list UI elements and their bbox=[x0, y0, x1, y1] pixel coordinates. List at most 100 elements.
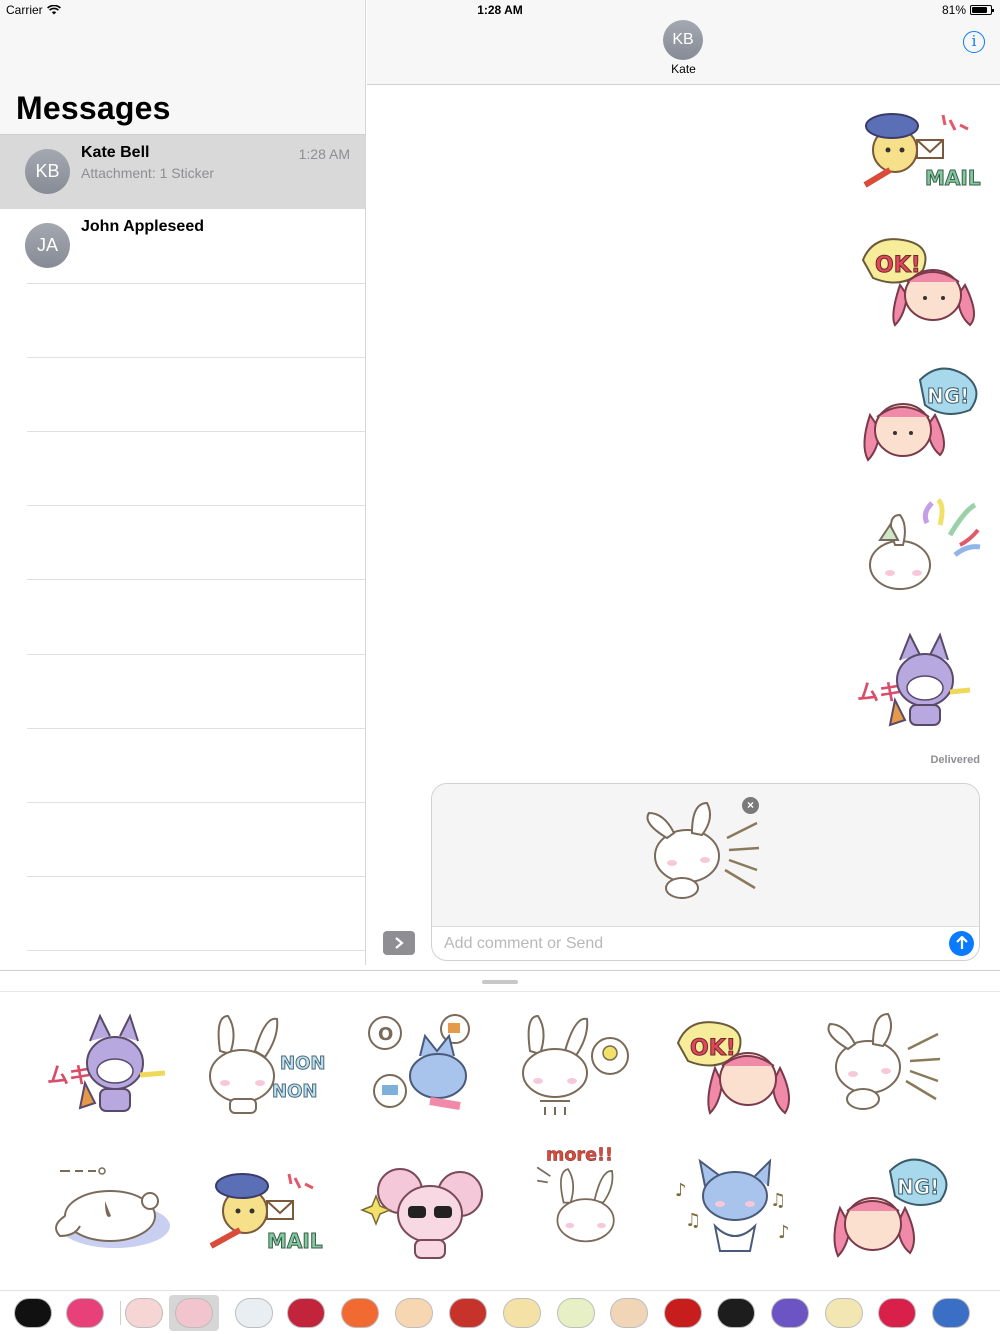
bunny-lying-sticker[interactable] bbox=[50, 1156, 180, 1266]
chef-app-glyph bbox=[717, 1298, 755, 1328]
search-images-icon[interactable] bbox=[66, 1297, 104, 1329]
battery-icon bbox=[970, 5, 994, 15]
goat-app-icon[interactable] bbox=[235, 1297, 273, 1329]
svg-text:NON: NON bbox=[272, 1081, 317, 1102]
avatar: KB bbox=[25, 149, 70, 194]
relax-app-glyph bbox=[287, 1298, 325, 1328]
battery-indicator: 81% bbox=[942, 3, 994, 17]
dog-app-glyph bbox=[610, 1298, 648, 1328]
girl-ok-sticker[interactable]: OK! bbox=[855, 230, 985, 330]
info-icon[interactable]: i bbox=[963, 31, 985, 53]
girl-ng-sticker[interactable]: NG! bbox=[855, 365, 985, 465]
page-title: Messages bbox=[16, 90, 171, 126]
hello-app-glyph bbox=[449, 1298, 487, 1328]
fox-app-icon[interactable] bbox=[341, 1297, 379, 1329]
arrow-up-icon bbox=[955, 935, 968, 949]
girl-ng-sticker[interactable]: NG! bbox=[825, 1156, 955, 1266]
svg-text:OK!: OK! bbox=[875, 253, 921, 278]
alien-app-icon[interactable] bbox=[503, 1297, 541, 1329]
bunny-app-icon[interactable] bbox=[125, 1297, 163, 1329]
cat-music-sticker[interactable]: ♪ ♫ ♫ ♪ bbox=[670, 1156, 800, 1266]
row-divider bbox=[27, 505, 365, 506]
dino-app-icon[interactable] bbox=[664, 1297, 702, 1329]
bunny-party-sticker[interactable] bbox=[855, 495, 985, 595]
bunny-shout-sticker bbox=[646, 801, 760, 899]
svg-text:♪: ♪ bbox=[778, 1222, 790, 1243]
tray-divider bbox=[120, 1301, 121, 1325]
conversation-list-header: Messages bbox=[0, 0, 365, 135]
cat-dreaming-sticker[interactable]: O bbox=[360, 1011, 490, 1121]
conversation-name: John Appleseed bbox=[81, 218, 204, 235]
pet-app-icon[interactable] bbox=[932, 1297, 970, 1329]
row-divider bbox=[27, 654, 365, 655]
row-divider bbox=[27, 357, 365, 358]
bear-app-icon[interactable] bbox=[825, 1297, 863, 1329]
send-button[interactable] bbox=[949, 931, 974, 956]
bear-mail-sticker[interactable]: MAIL bbox=[205, 1156, 335, 1266]
contact-avatar[interactable]: KB bbox=[663, 20, 703, 60]
row-divider bbox=[27, 950, 365, 951]
alien-app-glyph bbox=[503, 1298, 541, 1328]
conversation-john-appleseed[interactable]: JA John Appleseed bbox=[0, 209, 365, 283]
svg-text:♫: ♫ bbox=[770, 1190, 786, 1211]
sorry-app-icon[interactable] bbox=[557, 1297, 595, 1329]
svg-text:♪: ♪ bbox=[675, 1180, 687, 1201]
chevron-right-icon bbox=[395, 937, 404, 949]
row-divider bbox=[27, 283, 365, 284]
conversation-list-pane: Messages KB Kate Bell Attachment: 1 Stic… bbox=[0, 0, 366, 965]
relax-app-icon[interactable] bbox=[287, 1297, 325, 1329]
devil-app-glyph bbox=[878, 1298, 916, 1328]
bunny-non-non-sticker[interactable]: NON NON bbox=[200, 1011, 330, 1121]
row-divider bbox=[27, 876, 365, 877]
bunny-sticker-app-glyph bbox=[175, 1298, 213, 1328]
bunny-sticker-app-icon[interactable] bbox=[169, 1295, 219, 1331]
wolf-angry-sticker[interactable]: ムキ bbox=[45, 1011, 175, 1121]
bear-app-glyph bbox=[825, 1298, 863, 1328]
hello-app-icon[interactable] bbox=[449, 1297, 487, 1329]
svg-text:NG!: NG! bbox=[897, 1175, 939, 1199]
bunny-shout-sticker[interactable] bbox=[820, 1011, 950, 1121]
monkey-app-icon[interactable] bbox=[395, 1297, 433, 1329]
delivered-status: Delivered bbox=[930, 754, 980, 766]
avatar: JA bbox=[25, 223, 70, 268]
status-bar: Carrier 1:28 AM 81% bbox=[0, 0, 1000, 20]
bear-mail-sticker[interactable]: MAIL bbox=[855, 100, 985, 200]
app-tray bbox=[0, 1290, 1000, 1334]
drawer-handle[interactable] bbox=[482, 980, 518, 984]
girl-ok-sticker[interactable]: OK! bbox=[670, 1011, 800, 1121]
attachment-preview: × bbox=[432, 784, 979, 927]
bunny-more-sticker[interactable]: more!! bbox=[525, 1141, 655, 1251]
bunny-app-glyph bbox=[125, 1298, 163, 1328]
svg-text:NG!: NG! bbox=[927, 384, 969, 408]
expand-apps-button[interactable] bbox=[383, 931, 415, 955]
chef-app-icon[interactable] bbox=[717, 1297, 755, 1329]
svg-text:MAIL: MAIL bbox=[925, 166, 981, 190]
recents-heart-glyph bbox=[14, 1298, 52, 1328]
row-divider bbox=[27, 579, 365, 580]
dino-app-glyph bbox=[664, 1298, 702, 1328]
devil-app-icon[interactable] bbox=[878, 1297, 916, 1329]
fox-app-glyph bbox=[341, 1298, 379, 1328]
remove-attachment-button[interactable]: × bbox=[742, 797, 759, 814]
mouse-sunglasses-sticker[interactable] bbox=[360, 1156, 490, 1266]
goat-app-glyph bbox=[235, 1298, 273, 1328]
svg-text:OK!: OK! bbox=[690, 1036, 736, 1061]
wolf-angry-sticker[interactable]: ムキ bbox=[855, 630, 985, 730]
sticker-drawer: ムキ NON NON O OK! MAIL more!! ♪ ♫ ♫ ♪ NG! bbox=[0, 970, 1000, 1334]
svg-text:more!!: more!! bbox=[546, 1145, 613, 1165]
cool-app-icon[interactable] bbox=[771, 1297, 809, 1329]
recents-heart-icon[interactable] bbox=[14, 1297, 52, 1329]
sorry-app-glyph bbox=[557, 1298, 595, 1328]
message-input[interactable] bbox=[444, 932, 934, 956]
status-time: 1:28 AM bbox=[477, 3, 523, 17]
monkey-app-glyph bbox=[395, 1298, 433, 1328]
dog-app-icon[interactable] bbox=[610, 1297, 648, 1329]
conversation-preview: Attachment: 1 Sticker bbox=[81, 165, 215, 181]
svg-text:♫: ♫ bbox=[685, 1210, 701, 1231]
compose-box[interactable]: × bbox=[431, 783, 980, 961]
conversation-kate-bell[interactable]: KB Kate Bell Attachment: 1 Sticker 1:28 … bbox=[0, 135, 365, 209]
bunny-idea-sticker[interactable] bbox=[510, 1011, 640, 1121]
contact-name[interactable]: Kate bbox=[367, 62, 1000, 76]
cool-app-glyph bbox=[771, 1298, 809, 1328]
conversation-name: Kate Bell bbox=[81, 144, 150, 161]
